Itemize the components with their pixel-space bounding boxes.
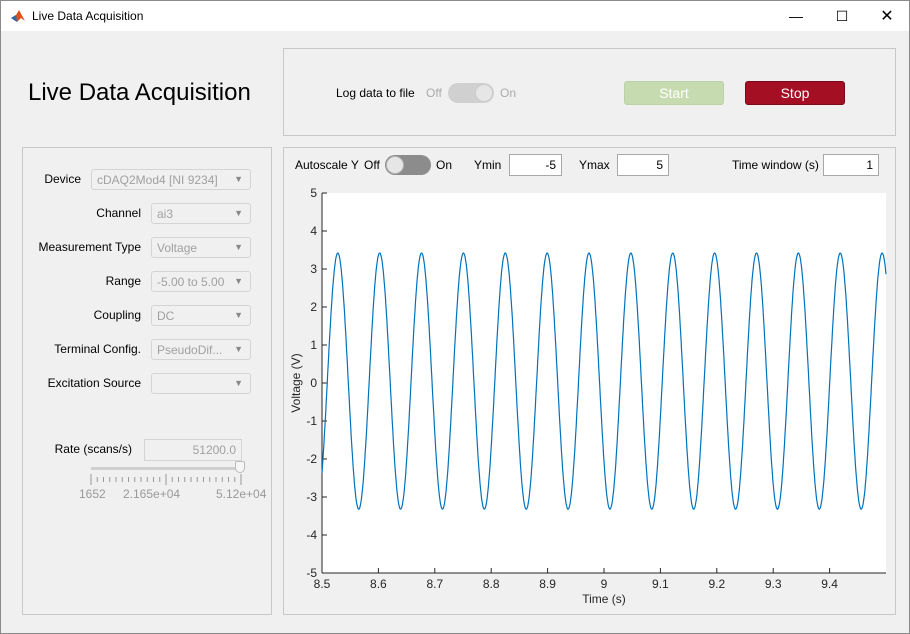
excitation-source-dropdown[interactable]: ▼ bbox=[151, 373, 251, 394]
x-tick-label: 8.8 bbox=[483, 577, 500, 591]
y-tick-label: 4 bbox=[310, 224, 317, 238]
y-tick-label: 3 bbox=[310, 262, 317, 276]
y-tick-label: 2 bbox=[310, 300, 317, 314]
x-tick-label: 9.3 bbox=[765, 577, 782, 591]
ymax-label: Ymax bbox=[579, 158, 610, 172]
chevron-down-icon: ▼ bbox=[234, 310, 243, 320]
maximize-button[interactable]: ☐ bbox=[819, 1, 865, 31]
app-window: Live Data Acquisition — ☐ ✕ Live Data Ac… bbox=[0, 0, 910, 634]
slider-max-label: 5.12e+04 bbox=[216, 487, 267, 501]
chevron-down-icon: ▼ bbox=[234, 208, 243, 218]
channel-label: Channel bbox=[96, 206, 141, 220]
y-tick-label: -3 bbox=[306, 490, 317, 504]
device-value: cDAQ2Mod4 [NI 9234] bbox=[97, 173, 218, 187]
rate-field[interactable]: 51200.0 bbox=[144, 439, 242, 461]
autoscale-label: Autoscale Y bbox=[295, 158, 359, 172]
settings-panel: Rate (scans/s) 51200.0 1652 2.165e+04 5.… bbox=[22, 147, 272, 615]
ymin-label: Ymin bbox=[474, 158, 502, 172]
terminal-config-label: Terminal Config. bbox=[54, 342, 141, 356]
y-tick-label: -1 bbox=[306, 414, 317, 428]
log-toggle[interactable] bbox=[448, 83, 494, 103]
voltage-chart[interactable]: 8.5 8.6 8.7 8.8 8.9 9 9.1 9.2 9.3 9.4543210-1-2-3… bbox=[284, 181, 894, 613]
excitation-source-label: Excitation Source bbox=[47, 376, 141, 390]
terminal-config-value: PseudoDif... bbox=[157, 343, 223, 357]
rate-label: Rate (scans/s) bbox=[54, 442, 132, 456]
x-tick-label: 9.2 bbox=[708, 577, 725, 591]
y-axis-label: Voltage (V) bbox=[289, 353, 303, 412]
x-tick-label: 9.4 bbox=[821, 577, 838, 591]
rate-slider-track[interactable] bbox=[91, 467, 243, 470]
measurement-type-dropdown[interactable]: Voltage ▼ bbox=[151, 237, 251, 258]
terminal-config-dropdown[interactable]: PseudoDif... ▼ bbox=[151, 339, 251, 360]
ymax-field[interactable]: 5 bbox=[617, 154, 669, 176]
y-tick-label: 5 bbox=[310, 186, 317, 200]
chevron-down-icon: ▼ bbox=[234, 344, 243, 354]
channel-dropdown[interactable]: ai3 ▼ bbox=[151, 203, 251, 224]
rate-slider-thumb[interactable] bbox=[235, 461, 245, 473]
autoscale-on-label: On bbox=[436, 158, 453, 172]
x-tick-label: 8.9 bbox=[539, 577, 556, 591]
y-tick-label: -4 bbox=[306, 528, 317, 542]
stop-button[interactable]: Stop bbox=[745, 81, 845, 105]
log-label: Log data to file bbox=[336, 86, 415, 100]
close-button[interactable]: ✕ bbox=[864, 1, 910, 31]
chevron-down-icon: ▼ bbox=[234, 242, 243, 252]
y-tick-label: -2 bbox=[306, 452, 317, 466]
title-bar: Live Data Acquisition — ☐ ✕ bbox=[1, 1, 909, 31]
measurement-type-label: Measurement Type bbox=[38, 240, 142, 254]
log-on-label: On bbox=[500, 86, 517, 100]
range-label: Range bbox=[105, 274, 141, 288]
slider-mid-label: 2.165e+04 bbox=[123, 487, 181, 501]
coupling-value: DC bbox=[157, 309, 175, 323]
y-tick-label: 1 bbox=[310, 338, 317, 352]
chevron-down-icon: ▼ bbox=[234, 174, 243, 184]
matlab-logo-icon bbox=[10, 8, 26, 24]
x-tick-label: 8.6 bbox=[370, 577, 387, 591]
time-window-field[interactable]: 1 bbox=[823, 154, 879, 176]
x-tick-label: 9.1 bbox=[652, 577, 669, 591]
plot-area bbox=[322, 193, 886, 573]
range-dropdown[interactable]: -5.00 to 5.00 ▼ bbox=[151, 271, 251, 292]
measurement-type-value: Voltage bbox=[157, 241, 198, 255]
time-window-label: Time window (s) bbox=[732, 158, 819, 172]
coupling-label: Coupling bbox=[93, 308, 141, 322]
log-off-label: Off bbox=[426, 86, 442, 100]
channel-value: ai3 bbox=[157, 207, 174, 221]
x-axis-label: Time (s) bbox=[582, 592, 626, 606]
device-dropdown[interactable]: cDAQ2Mod4 [NI 9234] ▼ bbox=[91, 169, 251, 190]
x-tick-label: 9 bbox=[601, 577, 608, 591]
minimize-button[interactable]: — bbox=[773, 1, 819, 31]
coupling-dropdown[interactable]: DC ▼ bbox=[151, 305, 251, 326]
autoscale-off-label: Off bbox=[364, 158, 380, 172]
app-title: Live Data Acquisition bbox=[28, 79, 251, 106]
slider-min-label: 1652 bbox=[79, 487, 106, 501]
chevron-down-icon: ▼ bbox=[234, 276, 243, 286]
autoscale-toggle[interactable] bbox=[385, 155, 431, 175]
device-label: Device bbox=[44, 172, 81, 186]
y-tick-label: -5 bbox=[306, 566, 317, 580]
chevron-down-icon: ▼ bbox=[234, 378, 243, 388]
start-button[interactable]: Start bbox=[624, 81, 724, 105]
x-tick-label: 8.7 bbox=[426, 577, 443, 591]
ymin-field[interactable]: -5 bbox=[509, 154, 562, 176]
rate-slider-ticks bbox=[90, 474, 242, 485]
y-tick-label: 0 bbox=[310, 376, 317, 390]
control-panel: Log data to file Off On Start Stop bbox=[283, 48, 896, 136]
window-title: Live Data Acquisition bbox=[32, 9, 144, 23]
range-value: -5.00 to 5.00 bbox=[157, 275, 225, 289]
